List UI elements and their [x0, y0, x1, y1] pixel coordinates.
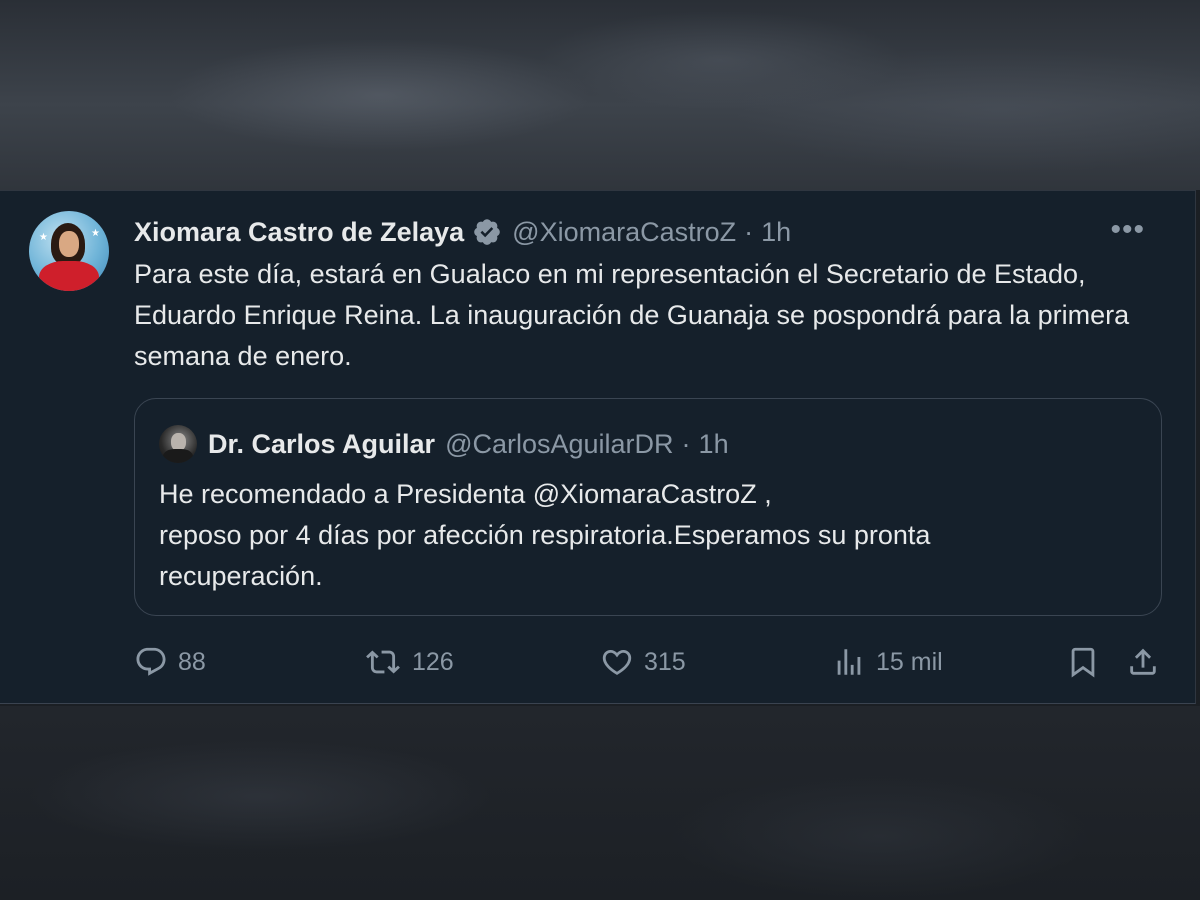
blurred-background-bottom — [0, 706, 1200, 900]
quoted-tweet-text: He recomendado a Presidenta @XiomaraCast… — [159, 474, 1129, 597]
separator-dot: · — [744, 216, 754, 247]
reply-icon — [134, 645, 168, 679]
reply-count: 88 — [178, 647, 206, 676]
share-icon — [1126, 645, 1160, 679]
quoted-text-line: He recomendado a Presidenta @XiomaraCast… — [159, 479, 772, 509]
views-button[interactable]: 15 mil — [832, 640, 943, 684]
repost-count: 126 — [412, 647, 454, 676]
verified-badge-icon — [472, 217, 502, 247]
quoted-text-line: recuperación. — [159, 561, 323, 591]
separator-dot: · — [681, 428, 691, 459]
flag-star-icon: ★ — [39, 232, 48, 243]
avatar-body — [39, 261, 99, 291]
quoted-author-name[interactable]: Dr. Carlos Aguilar — [208, 429, 435, 460]
more-icon[interactable]: ••• — [1110, 215, 1145, 245]
tweet-actions-bar: 88 126 315 15 mil — [0, 640, 1196, 686]
quoted-text-line: reposo por 4 días por afección respirato… — [159, 520, 931, 550]
blurred-background-top — [0, 0, 1200, 190]
tweet-header: Xiomara Castro de Zelaya @XiomaraCastroZ… — [134, 214, 791, 250]
views-count: 15 mil — [876, 647, 943, 676]
like-count: 315 — [644, 647, 686, 676]
tweet-text: Para este día, estará en Gualaco en mi r… — [134, 259, 1130, 371]
quoted-tweet[interactable]: Dr. Carlos Aguilar @CarlosAguilarDR · 1h… — [134, 398, 1162, 616]
bookmark-icon — [1066, 645, 1100, 679]
author-name[interactable]: Xiomara Castro de Zelaya — [134, 217, 464, 248]
repost-button[interactable]: 126 — [364, 640, 454, 684]
heart-icon — [600, 645, 634, 679]
tweet-timestamp[interactable]: 1h — [761, 217, 791, 248]
quoted-tweet-header: Dr. Carlos Aguilar @CarlosAguilarDR · 1h — [208, 425, 729, 463]
bookmark-button[interactable] — [1066, 640, 1100, 684]
views-icon — [832, 645, 866, 679]
share-button[interactable] — [1126, 640, 1160, 684]
flag-star-icon: ★ — [91, 228, 100, 239]
repost-icon — [364, 645, 402, 679]
quoted-tweet-timestamp[interactable]: 1h — [699, 429, 729, 460]
avatar-face — [59, 231, 79, 257]
reply-button[interactable]: 88 — [134, 640, 206, 684]
like-button[interactable]: 315 — [600, 640, 686, 684]
author-handle[interactable]: @XiomaraCastroZ — [512, 217, 736, 248]
author-avatar[interactable]: ★ ★ — [29, 211, 109, 291]
quoted-author-handle[interactable]: @CarlosAguilarDR — [445, 429, 673, 460]
avatar-body — [163, 449, 193, 463]
quoted-author-avatar[interactable] — [159, 425, 197, 463]
